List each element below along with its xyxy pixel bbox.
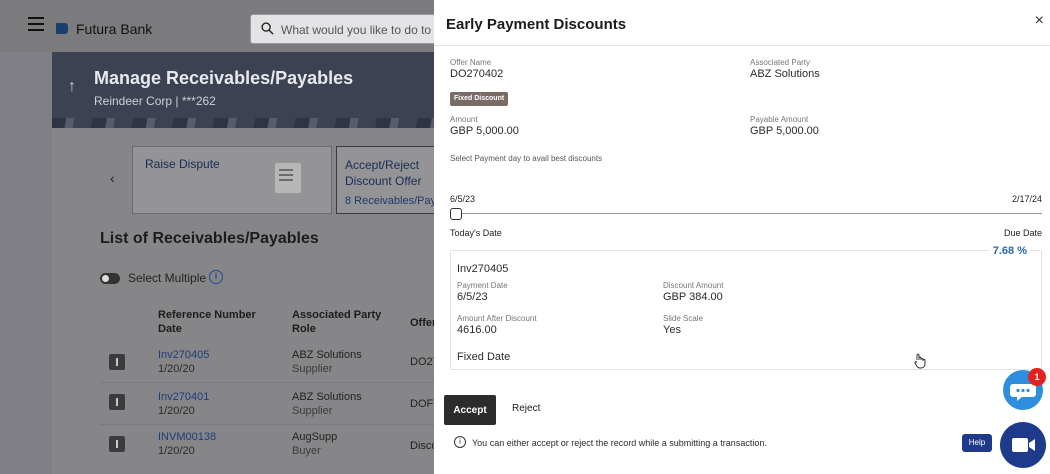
- column-header-reference[interactable]: Reference Number Date: [158, 308, 256, 336]
- associated-party-value: ABZ Solutions: [750, 68, 820, 80]
- slide-scale-label: Slide Scale: [663, 314, 704, 323]
- brand-name: Futura Bank: [76, 21, 153, 37]
- column-header-line: Role: [292, 323, 316, 335]
- bank-logo-icon: [56, 23, 68, 34]
- party-name: ABZ Solutions: [292, 391, 362, 403]
- payment-day-slider[interactable]: [450, 213, 1042, 214]
- accept-button[interactable]: Accept: [444, 395, 496, 425]
- early-payment-modal: Early Payment Discounts × Offer Name DO2…: [434, 0, 1050, 474]
- amount-label: Amount: [450, 115, 478, 124]
- fixed-date-label: Fixed Date: [457, 351, 511, 363]
- raise-dispute-card[interactable]: Raise Dispute: [132, 146, 332, 214]
- slider-end-date: 2/17/24: [1011, 194, 1042, 204]
- modal-note: You can either accept or reject the reco…: [472, 438, 767, 448]
- row-party: ABZ Solutions Supplier: [292, 348, 362, 376]
- discount-percentage: 7.68 %: [988, 245, 1031, 257]
- discount-type-badge: Fixed Discount: [450, 92, 509, 106]
- column-header-line: Associated Party: [292, 309, 382, 321]
- party-name: AugSupp: [292, 431, 338, 443]
- list-title: List of Receivables/Payables: [100, 230, 319, 247]
- carousel-prev-icon[interactable]: ‹: [110, 170, 115, 186]
- today-label: Today's Date: [450, 228, 502, 238]
- select-multiple-toggle[interactable]: [100, 273, 120, 284]
- table-row[interactable]: Inv270405 1/20/20: [158, 348, 209, 376]
- party-role: Supplier: [292, 405, 333, 417]
- info-icon[interactable]: i: [209, 270, 223, 284]
- table-row[interactable]: INVM00138 1/20/20: [158, 430, 216, 458]
- amount-after-value: 4616.00: [457, 324, 497, 336]
- payable-amount-label: Payable Amount: [750, 115, 809, 124]
- reference-link[interactable]: INVM00138: [158, 430, 216, 444]
- invoice-card: 7.68 % Inv270405 Payment Date 6/5/23 Dis…: [450, 245, 1042, 370]
- row-date: 1/20/20: [158, 363, 195, 375]
- offer-name-value: DO270402: [450, 68, 504, 80]
- document-icon: [275, 163, 301, 193]
- payment-date-value: 6/5/23: [457, 291, 488, 303]
- search-icon: [261, 22, 274, 35]
- modal-title: Early Payment Discounts: [446, 16, 627, 33]
- row-action-icon[interactable]: [109, 436, 125, 452]
- table-row[interactable]: Inv270401 1/20/20: [158, 390, 209, 418]
- select-multiple-label: Select Multiple: [128, 271, 207, 285]
- amount-value: GBP 5,000.00: [450, 125, 519, 137]
- header-decoration: [52, 118, 434, 128]
- chat-notification-badge: 1: [1028, 368, 1046, 386]
- search-placeholder: What would you like to do today?: [281, 23, 431, 37]
- invoice-id: Inv270405: [457, 263, 509, 275]
- row-divider: [100, 424, 434, 425]
- discount-amount-value: GBP 384.00: [663, 291, 723, 303]
- row-party: ABZ Solutions Supplier: [292, 390, 362, 418]
- back-arrow-icon[interactable]: ↑: [68, 78, 76, 96]
- video-call-button[interactable]: [1000, 422, 1046, 468]
- slider-start-date: 6/5/23: [450, 194, 476, 204]
- row-date: 1/20/20: [158, 405, 195, 417]
- payable-amount-value: GBP 5,000.00: [750, 125, 819, 137]
- offer-name-label: Offer Name: [450, 58, 492, 67]
- row-action-icon[interactable]: [109, 394, 125, 410]
- column-header-line: Reference Number: [158, 309, 256, 321]
- hand-cursor-icon: [914, 353, 926, 369]
- info-icon: i: [454, 436, 466, 448]
- amount-after-label: Amount After Discount: [457, 314, 537, 323]
- associated-party-label: Associated Party: [750, 58, 811, 67]
- column-header-line: Offer: [410, 317, 437, 329]
- row-divider: [100, 382, 434, 383]
- party-role: Supplier: [292, 363, 333, 375]
- row-action-icon[interactable]: [109, 354, 125, 370]
- reject-button[interactable]: Reject: [512, 403, 540, 414]
- column-header-offer[interactable]: Offer: [410, 316, 436, 330]
- reference-link[interactable]: Inv270405: [158, 348, 209, 362]
- search-input[interactable]: What would you like to do today?: [250, 14, 436, 44]
- row-party: AugSupp Buyer: [292, 430, 337, 458]
- discount-amount-label: Discount Amount: [663, 281, 724, 290]
- close-icon[interactable]: ×: [1035, 12, 1044, 30]
- party-role: Buyer: [292, 445, 321, 457]
- raise-dispute-label: Raise Dispute: [145, 157, 220, 171]
- due-date-label: Due Date: [1003, 228, 1042, 238]
- column-header-party[interactable]: Associated Party Role: [292, 308, 381, 336]
- page-header: ↑ Manage Receivables/Payables Reindeer C…: [52, 52, 434, 118]
- page-title: Manage Receivables/Payables: [94, 68, 354, 88]
- slider-handle[interactable]: [450, 208, 462, 220]
- video-camera-icon: [1012, 438, 1035, 452]
- column-header-line: Date: [158, 323, 182, 335]
- modal-header: Early Payment Discounts ×: [434, 0, 1050, 46]
- slide-scale-value: Yes: [663, 324, 681, 336]
- help-button[interactable]: Help: [962, 434, 992, 452]
- slider-hint: Select Payment day to avail best discoun…: [450, 154, 603, 163]
- reference-link[interactable]: Inv270401: [158, 390, 209, 404]
- page-subtitle: Reindeer Corp | ***262: [94, 94, 216, 108]
- payment-date-label: Payment Date: [457, 281, 508, 290]
- row-date: 1/20/20: [158, 445, 195, 457]
- party-name: ABZ Solutions: [292, 349, 362, 361]
- menu-icon[interactable]: [28, 17, 44, 31]
